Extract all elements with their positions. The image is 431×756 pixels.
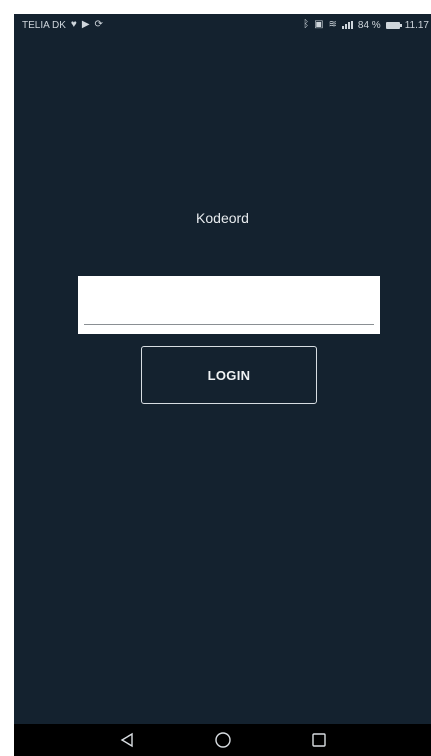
status-bar-left: TELIA DK ♥ ▶ ⟳ (22, 20, 103, 31)
wifi-icon: ≋ (328, 19, 337, 30)
status-bar-right: ᛒ ▣ ≋ 84 % 11.17 (303, 20, 429, 31)
phone-screen: TELIA DK ♥ ▶ ⟳ ᛒ ▣ ≋ 84 % 11.17 Kodeord … (14, 14, 431, 756)
nfc-icon: ▣ (314, 19, 324, 30)
heart-icon: ♥ (70, 19, 77, 30)
password-input[interactable] (84, 286, 374, 325)
carrier-name: TELIA DK (22, 19, 66, 31)
battery-icon (385, 21, 402, 29)
home-icon[interactable] (212, 729, 234, 751)
password-field-container (78, 276, 380, 334)
battery-percent: 84 % (357, 19, 381, 31)
signal-icon (341, 21, 353, 29)
login-button[interactable]: LOGIN (141, 346, 317, 404)
password-label: Kodeord (196, 210, 249, 226)
bluetooth-icon: ᛒ (303, 19, 310, 30)
play-store-icon: ▶ (81, 19, 90, 30)
back-icon[interactable] (116, 729, 138, 751)
clock: 11.17 (404, 19, 429, 31)
status-bar: TELIA DK ♥ ▶ ⟳ ᛒ ▣ ≋ 84 % 11.17 (14, 14, 431, 36)
sync-icon: ⟳ (94, 19, 103, 30)
navigation-bar (14, 724, 431, 756)
recent-apps-icon[interactable] (308, 729, 330, 751)
